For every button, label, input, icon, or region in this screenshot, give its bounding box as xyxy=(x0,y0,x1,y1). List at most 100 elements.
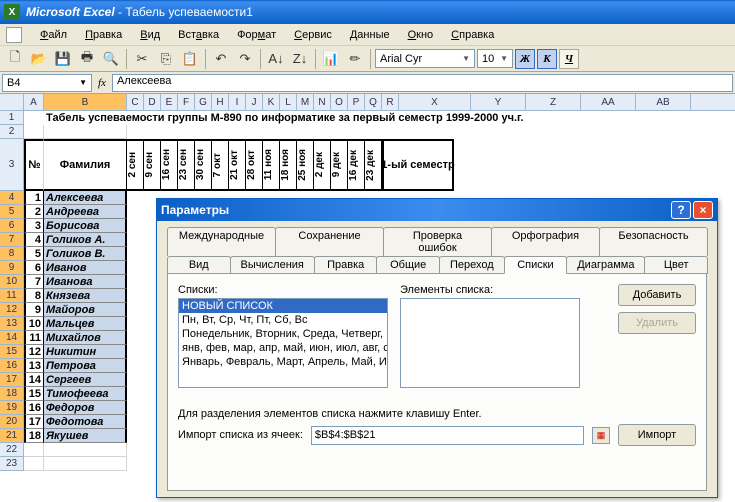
menu-view[interactable]: Вид xyxy=(132,27,168,43)
bold-button[interactable]: Ж xyxy=(515,49,535,69)
row-header[interactable]: 4 xyxy=(0,191,24,205)
sort-asc-icon[interactable]: A↓ xyxy=(265,48,287,70)
row-header[interactable]: 14 xyxy=(0,331,24,345)
col-header[interactable]: Y xyxy=(471,94,526,110)
col-header[interactable]: O xyxy=(331,94,348,110)
surname-cell[interactable]: Алексеева xyxy=(44,191,127,205)
col-header[interactable]: C xyxy=(127,94,144,110)
surname-cell[interactable]: Федотова xyxy=(44,415,127,429)
menu-file[interactable]: Файл xyxy=(32,27,75,43)
menu-window[interactable]: Окно xyxy=(400,27,442,43)
fx-icon[interactable]: fx xyxy=(98,77,106,89)
tab[interactable]: Проверка ошибок xyxy=(383,227,492,256)
surname-cell[interactable]: Майоров xyxy=(44,303,127,317)
preview-icon[interactable]: 🔍 xyxy=(100,48,122,70)
surname-cell[interactable]: Федоров xyxy=(44,401,127,415)
col-header[interactable]: G xyxy=(195,94,212,110)
redo-icon[interactable]: ↷ xyxy=(234,48,256,70)
menu-edit[interactable]: Правка xyxy=(77,27,130,43)
surname-cell[interactable]: Борисова xyxy=(44,219,127,233)
surname-cell[interactable]: Сергеев xyxy=(44,373,127,387)
row-header[interactable]: 8 xyxy=(0,247,24,261)
row-header[interactable]: 22 xyxy=(0,443,24,457)
drawing-icon[interactable]: ✏ xyxy=(344,48,366,70)
dialog-titlebar[interactable]: Параметры ? × xyxy=(157,199,717,221)
col-header[interactable]: F xyxy=(178,94,195,110)
surname-cell[interactable]: Голиков В. xyxy=(44,247,127,261)
col-header[interactable]: E xyxy=(161,94,178,110)
col-header[interactable]: L xyxy=(280,94,297,110)
menu-insert[interactable]: Вставка xyxy=(170,27,227,43)
row-header[interactable]: 3 xyxy=(0,139,24,191)
chart-icon[interactable]: 📊 xyxy=(320,48,342,70)
tab[interactable]: Цвет xyxy=(644,256,708,274)
import-range-input[interactable]: $B$4:$B$21 xyxy=(311,426,584,445)
menu-tools[interactable]: Сервис xyxy=(286,27,340,43)
surname-cell[interactable]: Мальцев xyxy=(44,317,127,331)
range-picker-icon[interactable]: ▦ xyxy=(592,427,610,444)
surname-cell[interactable]: Иванов xyxy=(44,261,127,275)
surname-cell[interactable]: Михайлов xyxy=(44,331,127,345)
surname-cell[interactable]: Петрова xyxy=(44,359,127,373)
paste-icon[interactable]: 📋 xyxy=(179,48,201,70)
row-header[interactable]: 20 xyxy=(0,415,24,429)
col-header[interactable]: J xyxy=(246,94,263,110)
tab[interactable]: Орфография xyxy=(491,227,600,256)
col-header[interactable]: AA xyxy=(581,94,636,110)
tab[interactable]: Безопасность xyxy=(599,227,708,256)
surname-cell[interactable]: Голиков А. xyxy=(44,233,127,247)
tab[interactable]: Вычисления xyxy=(230,256,315,274)
tab[interactable]: Диаграмма xyxy=(566,256,645,274)
list-item[interactable]: Пн, Вт, Ср, Чт, Пт, Сб, Вс xyxy=(179,313,387,327)
copy-icon[interactable]: ⎘ xyxy=(155,48,177,70)
name-box[interactable]: B4▼ xyxy=(2,74,92,92)
list-item[interactable]: Понедельник, Вторник, Среда, Четверг, xyxy=(179,327,387,341)
tab[interactable]: Сохранение xyxy=(275,227,384,256)
undo-icon[interactable]: ↶ xyxy=(210,48,232,70)
workbook-icon[interactable] xyxy=(6,27,22,43)
list-item[interactable]: Январь, Февраль, Март, Апрель, Май, И xyxy=(179,355,387,369)
col-header[interactable]: A xyxy=(24,94,44,110)
col-header[interactable]: I xyxy=(229,94,246,110)
surname-cell[interactable]: Андреева xyxy=(44,205,127,219)
col-header[interactable]: N xyxy=(314,94,331,110)
row-header[interactable]: 16 xyxy=(0,359,24,373)
open-icon[interactable]: 📂 xyxy=(28,48,50,70)
italic-button[interactable]: К xyxy=(537,49,557,69)
tab[interactable]: Списки xyxy=(504,256,568,274)
tab[interactable]: Вид xyxy=(167,256,231,274)
col-header[interactable]: P xyxy=(348,94,365,110)
sort-desc-icon[interactable]: Z↓ xyxy=(289,48,311,70)
surname-cell[interactable]: Якушев xyxy=(44,429,127,443)
menu-format[interactable]: Формат xyxy=(229,27,284,43)
row-header[interactable]: 11 xyxy=(0,289,24,303)
save-icon[interactable]: 💾 xyxy=(52,48,74,70)
row-header[interactable]: 1 xyxy=(0,111,24,125)
tab[interactable]: Общие xyxy=(376,256,440,274)
lists-listbox[interactable]: НОВЫЙ СПИСОКПн, Вт, Ср, Чт, Пт, Сб, ВсПо… xyxy=(178,298,388,388)
col-header[interactable]: M xyxy=(297,94,314,110)
size-selector[interactable]: 10▼ xyxy=(477,49,513,68)
row-header[interactable]: 18 xyxy=(0,387,24,401)
row-header[interactable]: 10 xyxy=(0,275,24,289)
row-header[interactable]: 19 xyxy=(0,401,24,415)
row-header[interactable]: 17 xyxy=(0,373,24,387)
list-item[interactable]: НОВЫЙ СПИСОК xyxy=(179,299,387,313)
col-header[interactable]: D xyxy=(144,94,161,110)
row-header[interactable]: 15 xyxy=(0,345,24,359)
row-header[interactable]: 5 xyxy=(0,205,24,219)
surname-cell[interactable]: Тимофеева xyxy=(44,387,127,401)
row-header[interactable]: 9 xyxy=(0,261,24,275)
add-button[interactable]: Добавить xyxy=(618,284,696,306)
new-icon[interactable]: 🗋 xyxy=(4,48,26,70)
font-selector[interactable]: Arial Cyr▼ xyxy=(375,49,475,68)
menu-data[interactable]: Данные xyxy=(342,27,398,43)
elements-textarea[interactable] xyxy=(400,298,580,388)
row-header[interactable]: 12 xyxy=(0,303,24,317)
tab[interactable]: Переход xyxy=(439,256,505,274)
col-header[interactable]: R xyxy=(382,94,399,110)
row-header[interactable]: 2 xyxy=(0,125,24,139)
surname-cell[interactable]: Иванова xyxy=(44,275,127,289)
col-header[interactable]: Q xyxy=(365,94,382,110)
col-header[interactable]: Z xyxy=(526,94,581,110)
